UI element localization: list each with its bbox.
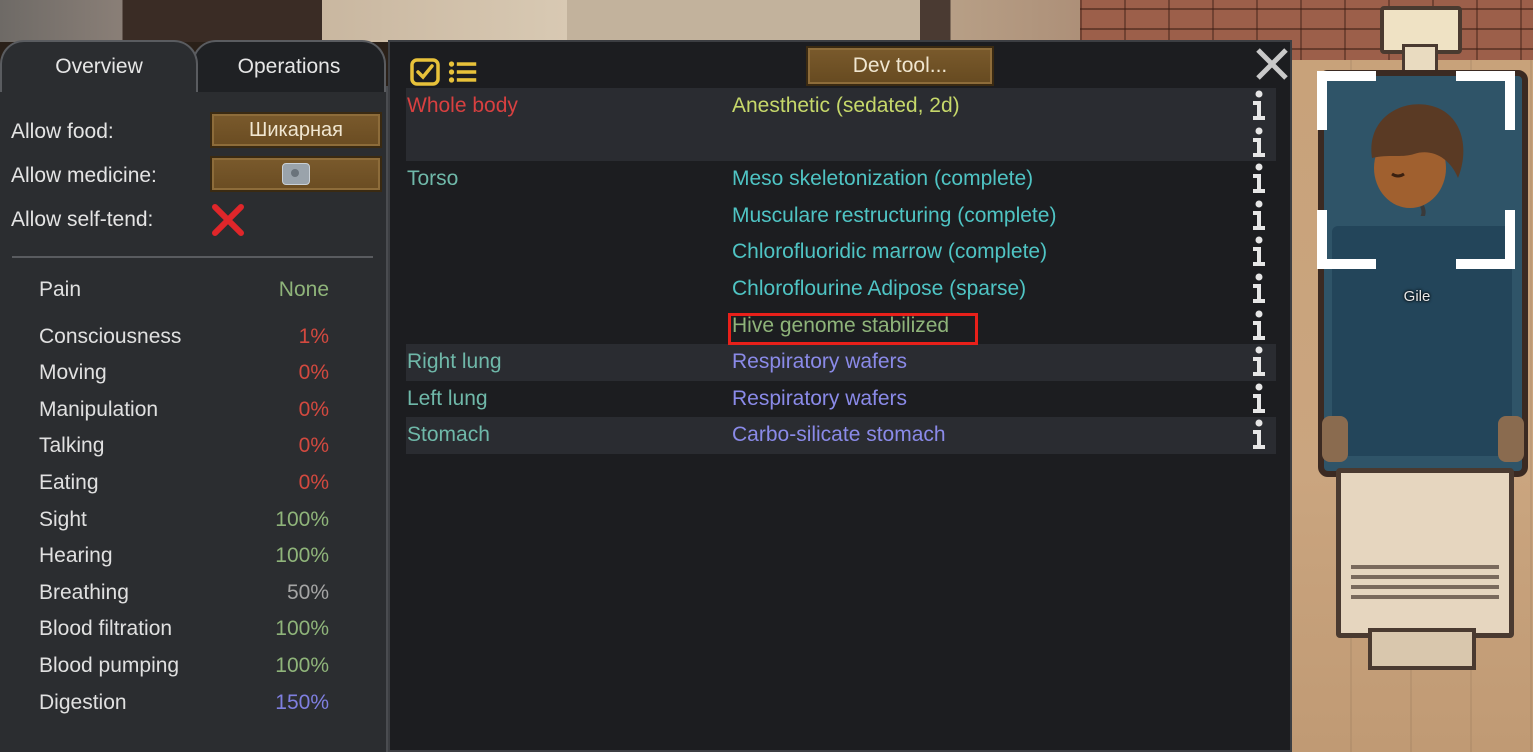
condition-label[interactable]: Chloroflourine Adipose (sparse) <box>732 271 1026 307</box>
capacity-row[interactable]: Talking 0% <box>39 428 339 464</box>
allow-self-tend-label: Allow self-tend: <box>11 208 154 231</box>
capacity-name: Blood filtration <box>39 617 173 641</box>
capacity-value: 1% <box>298 324 329 348</box>
allow-medicine-row: Allow medicine: <box>11 156 382 196</box>
condition-label[interactable]: Meso skeletonization (complete) <box>732 161 1033 197</box>
highlight-box <box>728 313 978 345</box>
capacity-value: 100% <box>275 654 329 677</box>
info-icon[interactable] <box>1248 419 1270 451</box>
info-icon[interactable] <box>1248 90 1270 122</box>
tab-operations[interactable]: Operations <box>192 40 386 92</box>
capacity-value: 0% <box>298 397 329 421</box>
capacity-name: Eating <box>39 471 99 494</box>
allow-food-button[interactable]: Шикарная <box>210 112 382 148</box>
body-part-label[interactable]: Left lung <box>407 381 488 417</box>
capacity-row[interactable]: Sight 100% <box>39 502 339 538</box>
capacity-value: 150% <box>275 690 329 714</box>
info-icon[interactable] <box>1248 236 1270 268</box>
medicine-icon <box>282 163 310 185</box>
capacity-value: 50% <box>286 580 329 604</box>
info-icon[interactable] <box>1248 273 1270 305</box>
info-icon[interactable] <box>1248 163 1270 195</box>
allow-food-label: Allow food: <box>11 120 114 143</box>
condition-label[interactable]: Musculare restructuring (complete) <box>732 198 1056 234</box>
capacity-name: Pain <box>39 278 82 301</box>
checkbox-icon[interactable] <box>410 58 440 86</box>
capacity-row[interactable]: Manipulation 0% <box>39 392 339 428</box>
dev-tool-button[interactable]: Dev tool... <box>806 46 994 86</box>
capacity-value: 0% <box>298 434 329 458</box>
capacity-name: Breathing <box>39 580 129 604</box>
capacity-value: 100% <box>275 617 329 641</box>
capacity-name: Digestion <box>39 690 127 714</box>
tab-overview[interactable]: Overview <box>0 40 198 92</box>
capacity-name: Talking <box>39 434 105 458</box>
capacity-row[interactable]: Breathing 50% <box>39 575 339 611</box>
table-base <box>1368 628 1476 670</box>
pawn-portrait[interactable] <box>1316 70 1516 270</box>
red-x-icon[interactable] <box>210 202 246 238</box>
info-icon[interactable] <box>1248 310 1270 342</box>
health-conditions-panel: Dev tool... Whole body Anesthetic (sedate… <box>388 40 1292 752</box>
capacity-value: 100% <box>275 544 329 568</box>
capacity-row[interactable]: Hearing 100% <box>39 538 339 574</box>
close-icon[interactable] <box>1254 46 1290 82</box>
allow-medicine-button[interactable] <box>210 156 382 192</box>
capacity-row[interactable]: Consciousness 1% <box>39 319 339 355</box>
overview-panel: Allow food: Шикарная Allow medicine: All… <box>0 86 388 752</box>
capacity-row[interactable]: Eating 0% <box>39 465 339 501</box>
capacity-row[interactable]: Digestion 150% <box>39 685 339 721</box>
capacity-row[interactable]: Pain None <box>39 272 339 308</box>
capacity-value: 100% <box>275 507 329 531</box>
capacity-value: 0% <box>298 361 329 385</box>
capacity-value: 0% <box>298 471 329 494</box>
info-icon[interactable] <box>1248 346 1270 378</box>
capacity-value: None <box>278 278 329 301</box>
bed-post <box>1498 416 1524 462</box>
allow-medicine-label: Allow medicine: <box>11 164 157 187</box>
table-vent <box>1351 565 1499 605</box>
end-table[interactable] <box>1336 468 1514 638</box>
capacity-name: Moving <box>39 361 107 385</box>
list-icon[interactable] <box>448 58 478 86</box>
pawn-head-icon <box>1371 104 1464 216</box>
capacity-name: Sight <box>39 507 87 531</box>
capacity-row[interactable]: Blood filtration 100% <box>39 611 339 647</box>
body-part-label[interactable]: Whole body <box>407 88 518 124</box>
capacity-row[interactable]: Blood pumping 100% <box>39 648 339 684</box>
condition-label[interactable]: Carbo-silicate stomach <box>732 417 946 453</box>
divider <box>12 256 373 258</box>
info-icon[interactable] <box>1248 200 1270 232</box>
body-part-label[interactable]: Stomach <box>407 417 490 453</box>
capacity-name: Consciousness <box>39 324 182 348</box>
condition-label[interactable]: Anesthetic (sedated, 2d) <box>732 88 960 124</box>
bed-post <box>1322 416 1348 462</box>
info-icon[interactable] <box>1248 127 1270 159</box>
capacity-name: Blood pumping <box>39 654 180 677</box>
allow-food-row: Allow food: Шикарная <box>11 112 382 152</box>
body-part-label[interactable]: Torso <box>407 161 458 197</box>
health-tabs: Operations Overview <box>0 40 390 92</box>
capacity-name: Manipulation <box>39 397 159 421</box>
condition-label[interactable]: Respiratory wafers <box>732 344 907 380</box>
capacity-row[interactable]: Moving 0% <box>39 355 339 391</box>
capacity-name: Hearing <box>39 544 113 568</box>
pawn-name-label[interactable]: Gile <box>1390 288 1444 305</box>
body-part-label[interactable]: Right lung <box>407 344 502 380</box>
condition-label[interactable]: Respiratory wafers <box>732 381 907 417</box>
info-icon[interactable] <box>1248 383 1270 415</box>
allow-self-tend-row: Allow self-tend: <box>11 200 381 240</box>
condition-label[interactable]: Chlorofluoridic marrow (complete) <box>732 234 1047 270</box>
